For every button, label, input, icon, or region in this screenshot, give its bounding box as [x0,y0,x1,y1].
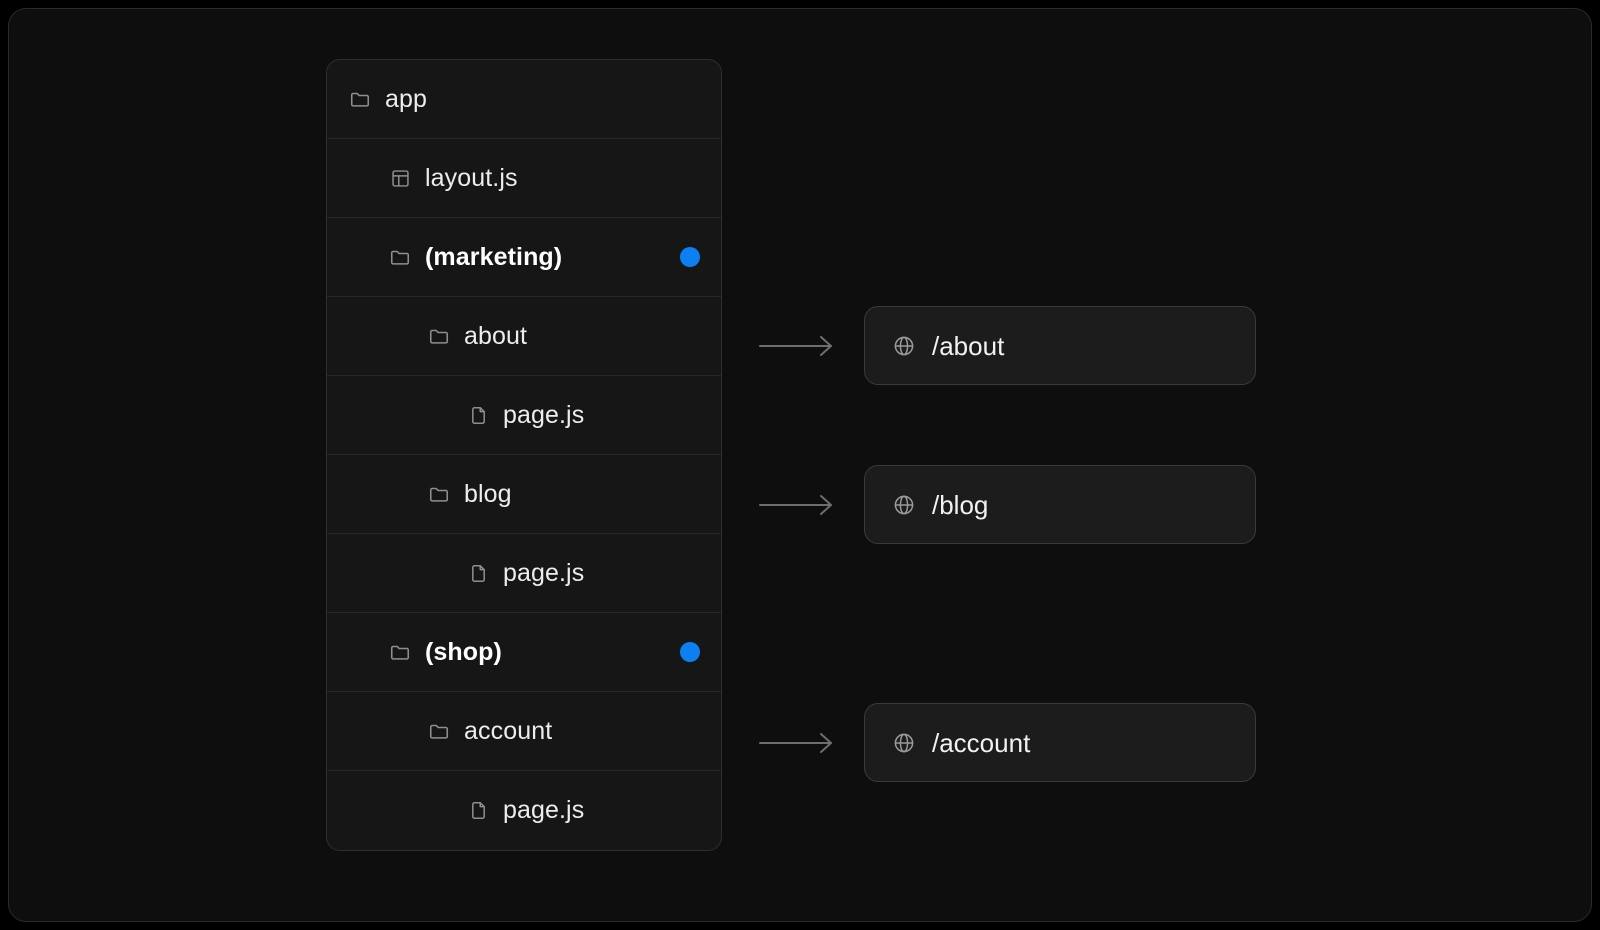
folder-icon [428,483,450,505]
route-mapping: /blog [722,465,1256,544]
folder-icon [389,641,411,663]
file-tree-card: app layout.js (marketing) about page.js blog p… [326,59,722,851]
tree-row[interactable]: (shop) [327,613,721,692]
route-mapping: /account [722,703,1256,782]
tree-row[interactable]: app [327,60,721,139]
tree-row-label: account [464,716,553,745]
tree-row[interactable]: page.js [327,376,721,455]
tree-row-label: layout.js [425,163,518,192]
globe-icon [892,731,916,755]
route-group-indicator-dot [680,642,700,662]
route-url-text: /blog [932,489,989,520]
tree-row[interactable]: layout.js [327,139,721,218]
diagram-canvas: app layout.js (marketing) about page.js blog p… [8,8,1592,922]
route-group-indicator-dot [680,247,700,267]
folder-icon [428,720,450,742]
route-mapping: /about [722,306,1256,385]
tree-row[interactable]: (marketing) [327,218,721,297]
file-icon [467,562,489,584]
file-icon [467,404,489,426]
route-url-pill[interactable]: /account [864,703,1256,782]
arrow-right-icon [758,335,836,356]
globe-icon [892,334,916,358]
tree-row-label: (marketing) [425,242,563,271]
route-url-pill[interactable]: /blog [864,465,1256,544]
tree-row-label: blog [464,479,512,508]
tree-row[interactable]: page.js [327,771,721,850]
route-url-pill[interactable]: /about [864,306,1256,385]
tree-row-label: about [464,321,528,350]
tree-row[interactable]: blog [327,455,721,534]
tree-row-label: page.js [503,796,585,824]
layout-icon [389,167,411,189]
tree-row[interactable]: page.js [327,534,721,613]
folder-icon [389,246,411,268]
file-icon [467,800,489,822]
tree-row-label: page.js [503,400,585,429]
route-url-text: /about [932,330,1005,361]
globe-icon [892,493,916,517]
tree-row-label: (shop) [425,637,502,666]
route-url-text: /account [932,727,1031,758]
tree-row-label: page.js [503,558,585,587]
folder-icon [349,88,371,110]
arrow-right-icon [758,494,836,515]
folder-icon [428,325,450,347]
tree-row[interactable]: about [327,297,721,376]
arrow-right-icon [758,732,836,753]
tree-row-label: app [385,84,428,113]
tree-row[interactable]: account [327,692,721,771]
